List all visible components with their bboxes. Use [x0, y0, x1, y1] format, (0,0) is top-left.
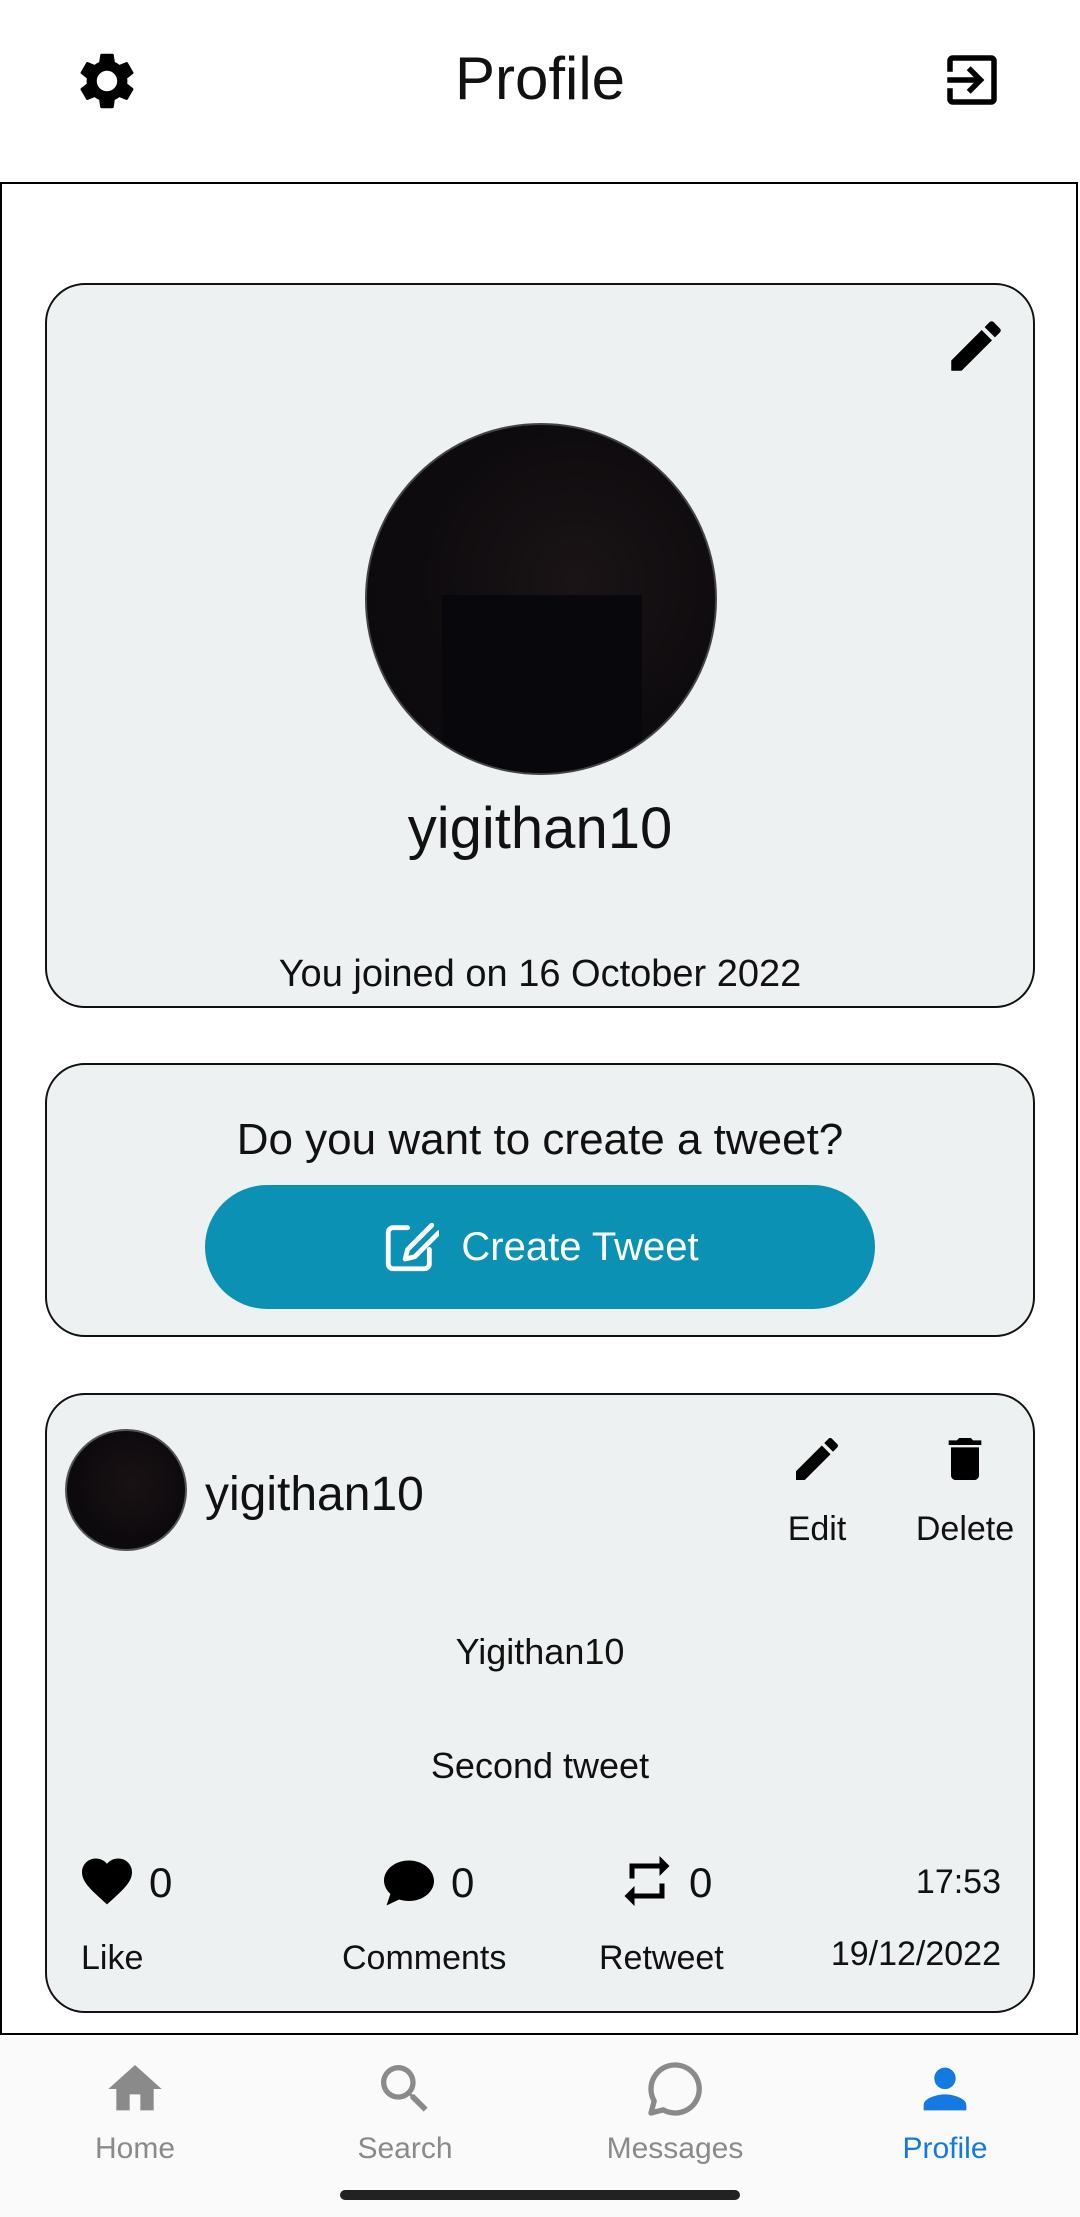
create-tweet-label: Create Tweet [461, 1224, 699, 1269]
home-icon [108, 2065, 162, 2111]
create-tweet-card: Do you want to create a tweet? Create Tw… [45, 1063, 1035, 1337]
comments-button[interactable] [379, 1853, 439, 1913]
profile-card: yigithan10 You joined on 16 October 2022 [45, 283, 1035, 1008]
pencil-icon [796, 1437, 839, 1480]
nav-search-label: Search [357, 2132, 453, 2165]
tweet-title: Yigithan10 [455, 1631, 625, 1672]
nav-home[interactable]: Home [35, 2057, 235, 2166]
comments-count: 0 [451, 1859, 475, 1906]
home-indicator [340, 2190, 740, 2200]
nav-profile-label: Profile [902, 2132, 988, 2165]
joined-date: You joined on 16 October 2022 [278, 953, 802, 995]
edit-tweet-button[interactable]: Edit [737, 1431, 897, 1549]
tweet-time: 17:53 [915, 1863, 1001, 1901]
retweet-count: 0 [689, 1859, 713, 1906]
nav-messages-label: Messages [606, 2132, 744, 2165]
heart-icon [82, 1858, 132, 1905]
trash-icon [948, 1438, 982, 1480]
edit-square-icon [386, 1222, 440, 1272]
person-icon [923, 2067, 967, 2111]
retweet-button[interactable] [617, 1851, 677, 1911]
page-title: Profile [454, 45, 626, 112]
logout-icon [947, 55, 997, 105]
tweet-card: yigithan10 Edit Delete Yigithan10 Second… [45, 1393, 1035, 2013]
retweet-label: Retweet [599, 1939, 724, 1977]
app-header: Profile [0, 0, 1080, 182]
avatar-photo-shadow [442, 595, 642, 773]
like-label: Like [81, 1939, 144, 1977]
retweet-icon [624, 1856, 670, 1906]
edit-profile-button[interactable] [941, 311, 1011, 381]
create-tweet-button[interactable]: Create Tweet [205, 1185, 875, 1309]
like-count: 0 [149, 1859, 173, 1906]
tweet-author-avatar[interactable] [65, 1429, 187, 1551]
comment-bubble-icon [384, 1860, 434, 1906]
nav-search[interactable]: Search [305, 2057, 505, 2166]
search-icon [381, 2065, 428, 2112]
nav-messages[interactable]: Messages [575, 2057, 775, 2166]
profile-avatar[interactable] [365, 423, 717, 775]
create-tweet-prompt: Do you want to create a tweet? [236, 1115, 844, 1164]
logout-button[interactable] [936, 44, 1008, 116]
tweet-body: Second tweet [430, 1745, 650, 1786]
tweet-author-username[interactable]: yigithan10 [205, 1467, 424, 1522]
edit-label: Edit [787, 1510, 847, 1548]
profile-username: yigithan10 [407, 796, 673, 861]
nav-home-label: Home [94, 2132, 176, 2165]
chat-bubble-icon [648, 2062, 702, 2116]
delete-label: Delete [915, 1510, 1015, 1548]
nav-profile[interactable]: Profile [845, 2057, 1045, 2166]
tweet-date: 19/12/2022 [830, 1935, 1001, 1973]
delete-tweet-button[interactable]: Delete [885, 1431, 1045, 1549]
like-button[interactable] [77, 1851, 137, 1911]
comments-label: Comments [342, 1939, 507, 1977]
pencil-icon [951, 321, 1001, 371]
